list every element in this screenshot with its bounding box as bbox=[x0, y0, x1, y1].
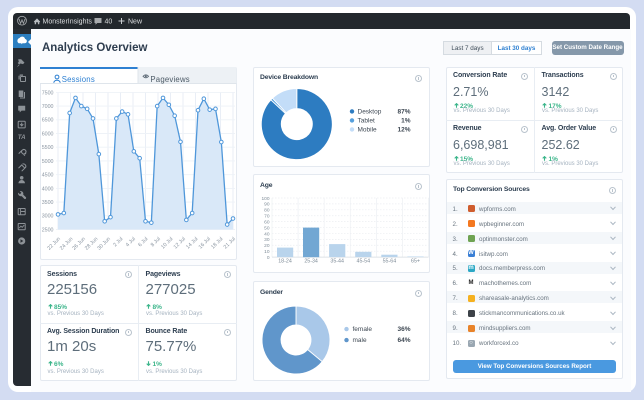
svg-text:7000: 7000 bbox=[42, 104, 54, 110]
svg-text:45-54: 45-54 bbox=[356, 258, 370, 264]
svg-text:60: 60 bbox=[264, 219, 270, 225]
svg-text:18 Jul: 18 Jul bbox=[210, 236, 224, 250]
svg-text:3000: 3000 bbox=[42, 213, 54, 219]
svg-text:14 Jul: 14 Jul bbox=[185, 236, 199, 250]
svg-text:18-24: 18-24 bbox=[278, 258, 292, 264]
svg-text:TA: TA bbox=[18, 134, 26, 141]
svg-text:Tablet: Tablet bbox=[357, 117, 375, 124]
svg-text:10 Jul: 10 Jul bbox=[160, 236, 174, 250]
svg-text:5500: 5500 bbox=[42, 145, 54, 151]
svg-text:90: 90 bbox=[264, 201, 270, 207]
svg-text:40: 40 bbox=[264, 231, 270, 237]
svg-text:New: New bbox=[128, 18, 143, 25]
svg-text:30: 30 bbox=[264, 237, 270, 243]
svg-text:2 Jul: 2 Jul bbox=[112, 236, 124, 248]
svg-text:55-64: 55-64 bbox=[382, 258, 396, 264]
svg-text:12 Jul: 12 Jul bbox=[173, 236, 187, 250]
svg-text:100: 100 bbox=[261, 195, 269, 201]
svg-text:21 Jul: 21 Jul bbox=[223, 236, 237, 250]
svg-text:64%: 64% bbox=[397, 337, 410, 344]
svg-text:87%: 87% bbox=[397, 108, 410, 115]
svg-text:65+: 65+ bbox=[411, 258, 420, 264]
svg-text:male: male bbox=[352, 337, 366, 344]
svg-text:Desktop: Desktop bbox=[357, 108, 381, 115]
svg-text:25-34: 25-34 bbox=[304, 258, 318, 264]
svg-text:4000: 4000 bbox=[42, 186, 54, 192]
svg-text:80: 80 bbox=[264, 207, 270, 213]
svg-text:20: 20 bbox=[264, 243, 270, 249]
svg-text:female: female bbox=[352, 326, 372, 333]
svg-text:70: 70 bbox=[264, 213, 270, 219]
svg-text:Mobile: Mobile bbox=[357, 126, 377, 133]
svg-text:6500: 6500 bbox=[42, 117, 54, 123]
svg-text:40: 40 bbox=[105, 18, 113, 25]
svg-text:3500: 3500 bbox=[42, 200, 54, 206]
svg-text:MonsterInsights: MonsterInsights bbox=[43, 18, 93, 25]
svg-text:4 Jul: 4 Jul bbox=[125, 236, 137, 248]
svg-text:6000: 6000 bbox=[42, 131, 54, 137]
svg-text:7500: 7500 bbox=[42, 90, 54, 96]
svg-text:10: 10 bbox=[264, 248, 270, 254]
svg-text:5000: 5000 bbox=[42, 158, 54, 164]
svg-text:2500: 2500 bbox=[42, 227, 54, 233]
svg-text:0: 0 bbox=[266, 254, 269, 260]
svg-text:30 Jun: 30 Jun bbox=[96, 236, 112, 252]
svg-text:16 Jul: 16 Jul bbox=[198, 236, 212, 250]
svg-text:50: 50 bbox=[264, 225, 270, 231]
svg-text:12%: 12% bbox=[397, 126, 410, 133]
svg-text:36%: 36% bbox=[397, 326, 410, 333]
svg-text:4500: 4500 bbox=[42, 172, 54, 178]
svg-text:35-44: 35-44 bbox=[330, 258, 344, 264]
svg-text:6 Jul: 6 Jul bbox=[137, 236, 149, 248]
svg-text:1%: 1% bbox=[401, 117, 411, 124]
